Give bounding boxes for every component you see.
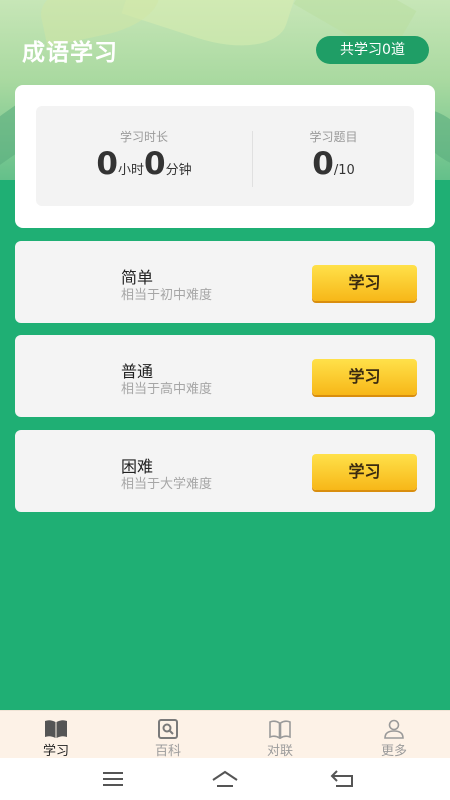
level-description: 相当于初中难度	[121, 288, 213, 303]
tab-label: 更多	[380, 744, 407, 759]
questions-done: 0	[312, 146, 334, 182]
study-time-stat: 学习时长 0小时0分钟	[36, 106, 252, 206]
tab-more[interactable]: 更多	[338, 711, 450, 759]
encyclopedia-icon	[158, 719, 178, 739]
minutes-unit: 分钟	[165, 163, 192, 178]
study-time-value: 0小时0分钟	[36, 146, 252, 182]
tab-couplet[interactable]: 对联	[224, 711, 336, 759]
level-description: 相当于大学难度	[121, 477, 213, 492]
back-icon[interactable]	[328, 767, 358, 791]
tab-label: 对联	[266, 744, 293, 759]
level-description: 相当于高中难度	[121, 382, 213, 397]
menu-icon[interactable]	[98, 767, 128, 791]
questions-stat: 学习题目 0/10	[253, 106, 414, 206]
study-hard-button[interactable]: 学习	[312, 454, 417, 490]
home-icon[interactable]	[210, 767, 240, 791]
system-navigation-bar	[0, 758, 450, 800]
hours-unit: 小时	[117, 163, 144, 178]
minutes-value: 0	[144, 146, 166, 182]
open-book-icon	[45, 720, 67, 738]
total-studied-badge[interactable]: 共学习0道	[316, 36, 429, 64]
study-easy-button[interactable]: 学习	[312, 265, 417, 301]
questions-value: 0/10	[253, 146, 414, 182]
tab-label: 学习	[42, 744, 69, 759]
study-time-label: 学习时长	[119, 130, 168, 144]
hours-value: 0	[96, 146, 118, 182]
person-icon	[384, 719, 404, 739]
level-card-easy: 简单 相当于初中难度 学习	[15, 241, 435, 323]
level-card-hard: 困难 相当于大学难度 学习	[15, 430, 435, 512]
tab-encyclopedia[interactable]: 百科	[112, 711, 224, 759]
level-card-normal: 普通 相当于高中难度 学习	[15, 335, 435, 417]
stats-panel: 学习时长 0小时0分钟 学习题目 0/10	[36, 106, 414, 206]
bottom-tab-bar: 学习 百科 对联 更多	[0, 710, 450, 759]
tab-study[interactable]: 学习	[0, 711, 112, 759]
page-title: 成语学习	[22, 40, 118, 66]
questions-total: /10	[333, 163, 355, 178]
study-normal-button[interactable]: 学习	[312, 359, 417, 395]
tab-label: 百科	[154, 744, 181, 759]
couplet-icon	[269, 720, 291, 739]
stats-card: 学习时长 0小时0分钟 学习题目 0/10	[15, 85, 435, 228]
questions-label: 学习题目	[309, 130, 358, 144]
